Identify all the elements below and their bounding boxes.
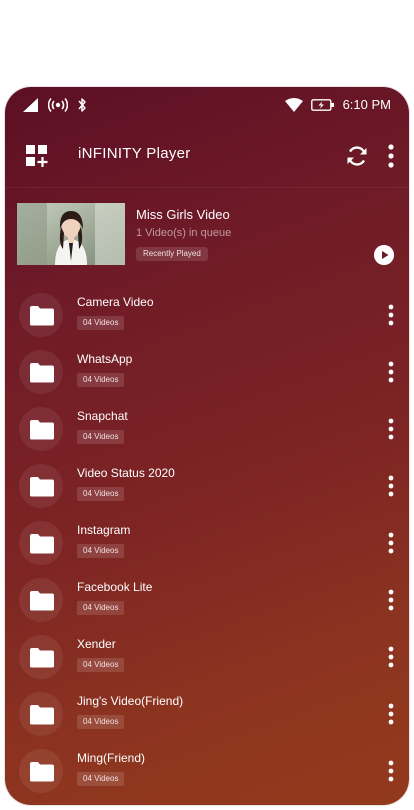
folder-video-count: 04 Videos	[77, 772, 125, 786]
folder-icon	[30, 705, 54, 725]
app-bar-divider	[5, 187, 409, 188]
hotspot-icon	[48, 97, 68, 113]
status-left	[23, 97, 87, 113]
more-vertical-icon[interactable]	[385, 474, 397, 498]
recently-played-badge: Recently Played	[136, 247, 208, 261]
folder-icon	[30, 534, 54, 554]
folder-icon-circle	[19, 293, 63, 337]
folder-icon-circle	[19, 692, 63, 736]
more-vertical-icon[interactable]	[385, 143, 397, 169]
folder-icon-circle	[19, 407, 63, 451]
folder-name: Xender	[77, 637, 116, 651]
folder-video-count: 04 Videos	[77, 715, 125, 729]
video-thumbnail[interactable]	[17, 203, 125, 265]
folder-item[interactable]: Facebook Lite 04 Videos	[5, 574, 409, 626]
more-vertical-icon[interactable]	[385, 588, 397, 612]
phone-frame: 6:10 PM iNFINITY Player Miss Girls Video…	[5, 87, 409, 805]
folder-icon-circle	[19, 521, 63, 565]
folder-item[interactable]: Snapchat 04 Videos	[5, 403, 409, 455]
status-right: 6:10 PM	[284, 97, 391, 112]
more-vertical-icon[interactable]	[385, 759, 397, 783]
folder-icon	[30, 306, 54, 326]
folder-video-count: 04 Videos	[77, 430, 125, 444]
signal-icon	[23, 98, 38, 112]
folder-item[interactable]: Instagram 04 Videos	[5, 517, 409, 569]
status-time: 6:10 PM	[342, 97, 391, 112]
play-icon[interactable]	[374, 245, 394, 265]
folder-name: Snapchat	[77, 409, 128, 423]
folder-item[interactable]: Camera Video 04 Videos	[5, 289, 409, 341]
app-title: iNFINITY Player	[78, 145, 191, 162]
folder-name: Ming(Friend)	[77, 751, 146, 765]
recent-video-title: Miss Girls Video	[136, 207, 230, 222]
folder-video-count: 04 Videos	[77, 658, 125, 672]
folder-icon	[30, 648, 54, 668]
battery-icon	[310, 98, 334, 111]
folder-item[interactable]: Xender 04 Videos	[5, 631, 409, 683]
folder-video-count: 04 Videos	[77, 487, 125, 501]
folder-icon	[30, 762, 54, 782]
more-vertical-icon[interactable]	[385, 531, 397, 555]
more-vertical-icon[interactable]	[385, 303, 397, 327]
folder-video-count: 04 Videos	[77, 373, 125, 387]
folder-video-count: 04 Videos	[77, 601, 125, 615]
app-bar: iNFINITY Player	[5, 127, 409, 185]
refresh-icon[interactable]	[345, 144, 369, 168]
folder-icon	[30, 477, 54, 497]
folder-name: Video Status 2020	[77, 466, 175, 480]
folder-item[interactable]: Ming(Friend) 04 Videos	[5, 745, 409, 797]
folder-icon	[30, 420, 54, 440]
folder-video-count: 04 Videos	[77, 544, 125, 558]
recent-queue-count: 1 Video(s) in queue	[136, 227, 232, 239]
folder-name: Camera Video	[77, 295, 154, 309]
more-vertical-icon[interactable]	[385, 417, 397, 441]
folder-video-count: 04 Videos	[77, 316, 125, 330]
wifi-icon	[284, 97, 303, 112]
folder-item[interactable]: WhatsApp 04 Videos	[5, 346, 409, 398]
more-vertical-icon[interactable]	[385, 702, 397, 726]
status-bar: 6:10 PM	[5, 87, 409, 127]
folder-icon-circle	[19, 350, 63, 394]
folder-name: Instagram	[77, 523, 131, 537]
folder-name: Jing's Video(Friend)	[77, 694, 184, 708]
folder-item[interactable]: Jing's Video(Friend) 04 Videos	[5, 688, 409, 740]
folder-name: WhatsApp	[77, 352, 133, 366]
folder-icon-circle	[19, 635, 63, 679]
folder-icon-circle	[19, 749, 63, 793]
more-vertical-icon[interactable]	[385, 360, 397, 384]
folder-icon-circle	[19, 578, 63, 622]
folder-item[interactable]: Video Status 2020 04 Videos	[5, 460, 409, 512]
folder-icon-circle	[19, 464, 63, 508]
bluetooth-icon	[78, 98, 86, 112]
folder-icon	[30, 591, 54, 611]
folder-icon	[30, 363, 54, 383]
recently-played-card[interactable]: Miss Girls Video 1 Video(s) in queue Rec…	[17, 203, 397, 267]
more-vertical-icon[interactable]	[385, 645, 397, 669]
folder-name: Facebook Lite	[77, 580, 153, 594]
grid-add-icon[interactable]	[25, 144, 49, 168]
